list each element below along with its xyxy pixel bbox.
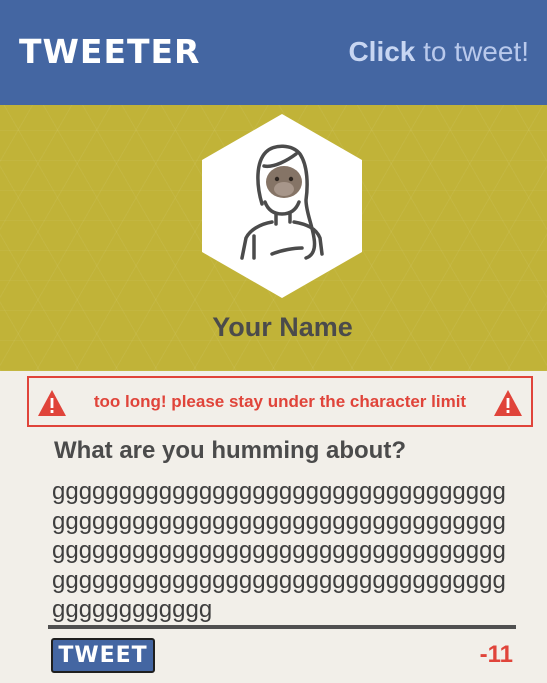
character-limit-alert: too long! please stay under the characte… bbox=[27, 376, 533, 427]
display-name: Your Name bbox=[212, 312, 353, 342]
tagline-strong: Click bbox=[348, 36, 416, 67]
avatar bbox=[202, 114, 362, 298]
tweet-input[interactable]: gggggggggggggggggggggggggggggggggggggggg… bbox=[52, 477, 512, 625]
character-counter: -11 bbox=[479, 641, 513, 668]
tagline-rest: to tweet! bbox=[415, 36, 529, 67]
tweet-prompt: What are you humming about? bbox=[54, 437, 406, 464]
avatar-hexagon bbox=[202, 114, 362, 298]
header-tagline: Click to tweet! bbox=[348, 34, 529, 70]
avatar-face bbox=[266, 166, 302, 198]
warning-triangle-icon bbox=[38, 390, 66, 416]
app-logo: TWEETER bbox=[19, 32, 201, 71]
warning-triangle-icon bbox=[494, 390, 522, 416]
top-bar: TWEETER Click to tweet! bbox=[0, 0, 547, 105]
profile-banner: Your Name bbox=[0, 105, 547, 371]
tweet-button[interactable]: TWEET bbox=[51, 638, 155, 673]
alert-message: too long! please stay under the characte… bbox=[93, 392, 467, 411]
composer-divider bbox=[48, 625, 516, 629]
